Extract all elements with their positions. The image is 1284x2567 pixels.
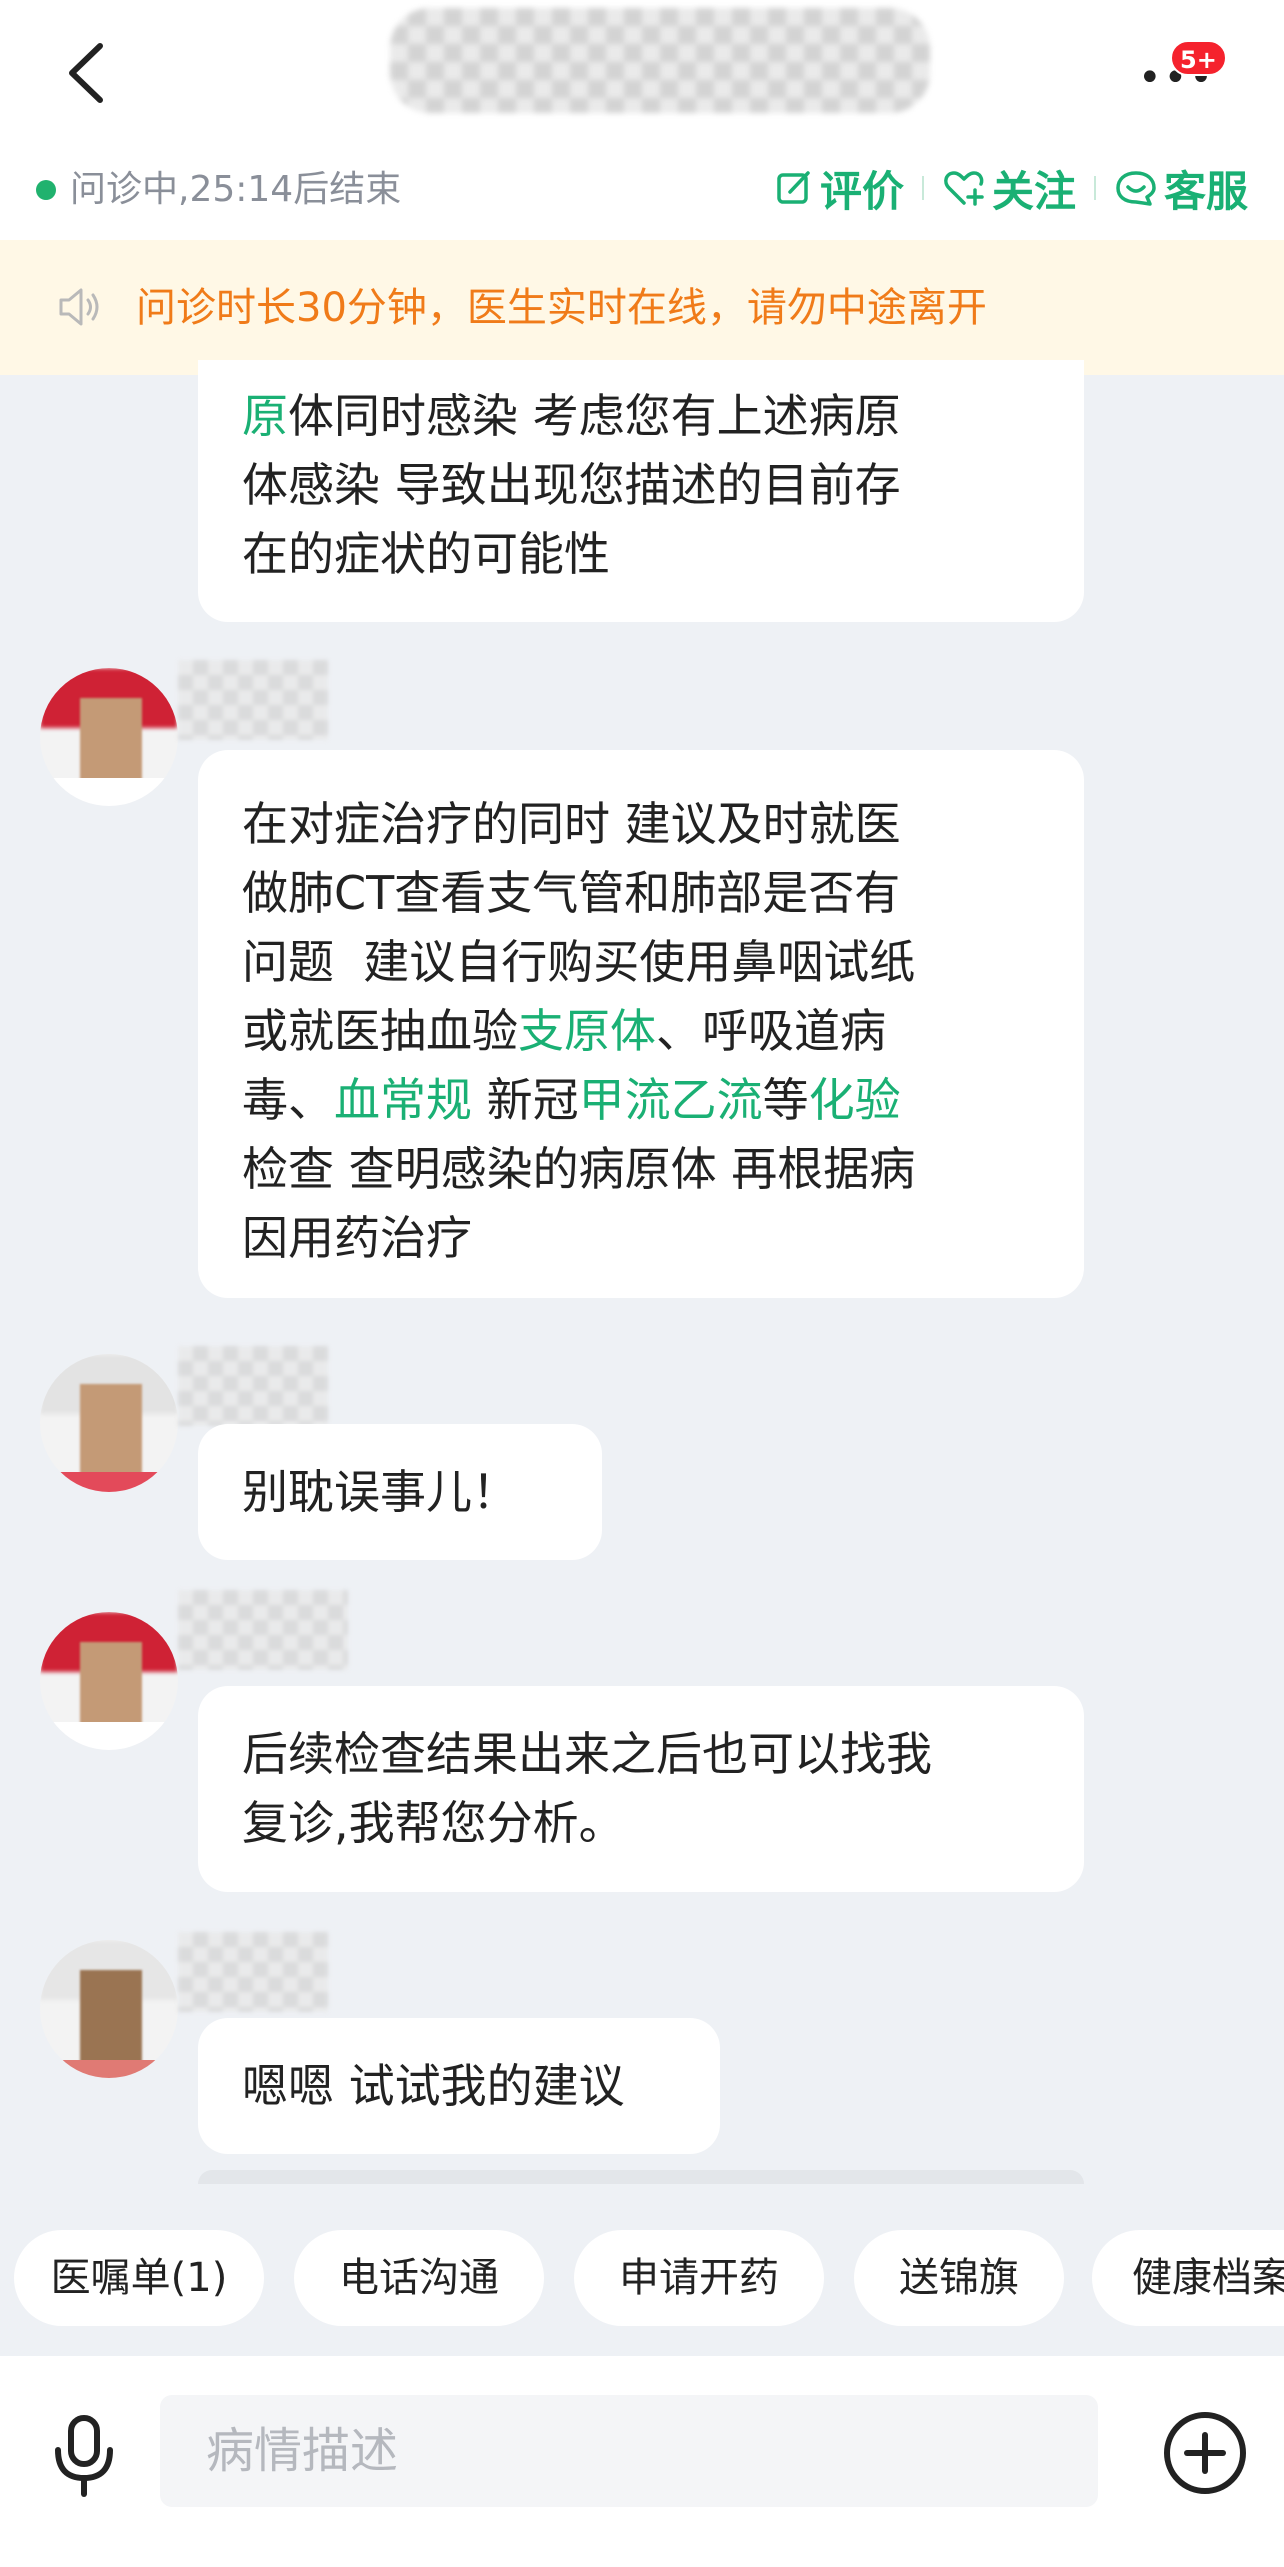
message-line: 后续检查结果出来之后也可以找我 [242,1720,1040,1789]
message-text: 体同时感染 考虑您有上述病原 [288,389,901,443]
consultation-timer: 问诊中,25:14后结束 [70,169,402,210]
rate-button[interactable]: 评价 [774,158,904,219]
message-text: 因用药治疗 [242,1211,472,1265]
chat-bubble-2: 在对症治疗的同时 建议及时就医 做肺CT查看支气管和肺部是否有 问题 建议自行购买使… [198,750,1084,1298]
follow-button[interactable]: 关注 [942,158,1076,219]
message-text: 复诊,我帮您分析。 [242,1796,625,1850]
chip-request-prescription[interactable]: 申请开药 [574,2230,824,2326]
message-text: 嗯嗯 试试我的建议 [242,2059,625,2113]
voice-input-button[interactable] [48,2410,120,2500]
rate-label: 评价 [819,166,904,216]
doctor-name-title-redacted [390,8,930,113]
divider [1093,176,1096,200]
chip-send-banner[interactable]: 送锦旗 [854,2230,1064,2326]
message-text: 检查 查明感染的病原体 再根据病 [242,1142,916,1196]
chip-health-record[interactable]: 健康档案 [1092,2230,1284,2326]
notice-text: 问诊时长30分钟，医生实时在线，请勿中途离开 [136,285,987,331]
chat-bubble-1: 原体同时感染 考虑您有上述病原体感染 导致出现您描述的目前存 在的症状的可能性 [198,360,1084,622]
customer-service-button[interactable]: 客服 [1114,158,1248,219]
message-text: 新冠 [472,1073,579,1127]
message-text: 问题 建议自行购买使用鼻咽试纸 [242,935,916,989]
doctor-avatar [40,1612,178,1750]
message-text: 体感染 导致出现您描述的目前存 [242,458,901,512]
edit-icon [777,171,810,204]
doctor-avatar [40,1940,178,2078]
microphone-icon [55,2415,113,2497]
message-text: 在对症治疗的同时 建议及时就医 [242,797,901,851]
quick-actions-bar: 医嘱单(1) 电话沟通 申请开药 送锦旗 健康档案 [0,2210,1284,2340]
doctor-name-redacted [178,1346,328,1426]
message-text: 别耽误事儿！ [242,1465,518,1519]
message-line: 问题 建议自行购买使用鼻咽试纸 [242,928,1040,997]
message-line: 嗯嗯 试试我的建议 [242,2052,676,2121]
keyword-link[interactable]: 甲流乙流 [579,1073,763,1127]
online-status-dot [36,180,56,200]
message-text: 后续检查结果出来之后也可以找我 [242,1727,932,1781]
back-button[interactable] [58,38,118,108]
message-line: 因用药治疗 [242,1204,1040,1273]
chip-phone-call[interactable]: 电话沟通 [294,2230,544,2326]
keyword-link[interactable]: 化验 [809,1073,901,1127]
message-line: 或就医抽血验支原体、呼吸道病 [242,997,1040,1066]
keyword-link[interactable]: 支原体 [518,1004,656,1058]
message-line: 复诊,我帮您分析。 [242,1789,1040,1858]
doctor-avatar [40,668,178,806]
message-text: 毒、 [242,1073,334,1127]
message-line: 检查 查明感染的病原体 再根据病 [242,1135,1040,1204]
header-actions: 评价 关注 客服 [774,158,1248,218]
chat-bubble-3: 别耽误事儿！ [198,1424,602,1560]
speaker-icon [59,288,99,326]
doctor-avatar [40,1354,178,1492]
doctor-name-redacted [178,1932,328,2012]
message-line: 原体同时感染 考虑您有上述病原 [242,382,1040,451]
message-text: 等 [762,1073,809,1127]
doctor-name-redacted [178,660,328,740]
message-line: 在对症治疗的同时 建议及时就医 [242,790,1040,859]
doctor-name-redacted [178,1590,348,1670]
keyword-link[interactable]: 原 [242,389,288,443]
message-line: 体感染 导致出现您描述的目前存 [242,451,1040,520]
more-menu-button[interactable]: ••• 5+ [1130,40,1227,100]
chip-prescription-order[interactable]: 医嘱单(1) [14,2230,264,2326]
message-line: 毒、血常规 新冠甲流乙流等化验 [242,1066,1040,1135]
chat-bubble-4: 后续检查结果出来之后也可以找我 复诊,我帮您分析。 [198,1686,1084,1892]
condition-description-input[interactable] [160,2395,1098,2507]
message-text: 在的症状的可能性 [242,527,610,581]
message-line: 别耽误事儿！ [242,1458,558,1527]
message-line: 在的症状的可能性 [242,520,1040,589]
keyword-link[interactable]: 血常规 [334,1073,472,1127]
service-smile-icon [1116,171,1156,206]
customer-service-label: 客服 [1163,166,1248,216]
follow-label: 关注 [991,166,1076,216]
chat-bubble-5: 嗯嗯 试试我的建议 [198,2018,720,2154]
message-text: 做肺CT查看支气管和肺部是否有 [242,866,901,920]
more-attachments-button[interactable] [1160,2408,1250,2498]
notification-badge: 5+ [1170,40,1227,76]
chevron-left-icon [69,43,103,103]
message-line: 做肺CT查看支气管和肺部是否有 [242,859,1040,928]
message-text: 、呼吸道病 [656,1004,886,1058]
next-message-edge [198,2170,1084,2184]
top-bar: ••• 5+ [0,0,1284,150]
message-text: 或就医抽血验 [242,1004,518,1058]
heart-plus-icon [944,171,984,206]
divider [921,176,924,200]
plus-circle-icon [1164,2412,1246,2494]
